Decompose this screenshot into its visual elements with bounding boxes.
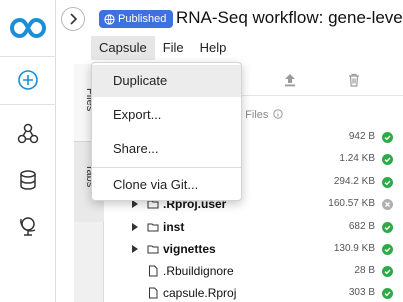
file-size: 28 B: [354, 265, 375, 276]
file-name: vignettes: [163, 242, 216, 256]
collaborate-icon[interactable]: [16, 122, 40, 146]
check-icon: [382, 244, 393, 255]
file-size: 130.9 KB: [333, 243, 375, 254]
caret-right-icon[interactable]: [132, 245, 138, 253]
globe-icon: [104, 13, 115, 25]
chevron-right-icon: [70, 13, 78, 25]
file-size: 160.57 KB: [328, 198, 375, 209]
database-icon[interactable]: [16, 168, 40, 192]
codeocean-logo-icon[interactable]: [10, 14, 46, 42]
capsule-menu-dropdown: Duplicate Export... Share... Clone via G…: [91, 62, 242, 201]
rail-divider: [0, 56, 56, 57]
check-icon: [382, 288, 393, 299]
menu-help[interactable]: Help: [192, 36, 235, 60]
menu-item-share[interactable]: Share...: [92, 133, 241, 165]
menu-item-clone-via-git[interactable]: Clone via Git...: [92, 169, 241, 201]
left-rail: [0, 0, 56, 302]
check-icon: [382, 266, 393, 277]
file-size: 682 B: [348, 221, 375, 232]
file-row[interactable]: .Rbuildignore 28 B: [104, 260, 403, 282]
rail-divider: [0, 104, 56, 105]
folder-row[interactable]: vignettes 130.9 KB: [104, 238, 403, 260]
folder-row[interactable]: inst 682 B: [104, 216, 403, 238]
published-badge[interactable]: Published: [99, 10, 174, 28]
trash-icon[interactable]: [346, 72, 362, 88]
capsule-title[interactable]: RNA-Seq workflow: gene-level: [176, 8, 403, 28]
info-icon[interactable]: [273, 109, 284, 119]
file-size: 942 B: [348, 131, 375, 142]
menu-file[interactable]: File: [155, 36, 192, 60]
menu-divider: [92, 167, 241, 168]
file-row[interactable]: capsule.Rproj 303 B: [104, 282, 403, 302]
file-icon: [149, 265, 158, 277]
collapse-sidebar-button[interactable]: [61, 7, 85, 31]
caret-right-icon[interactable]: [132, 200, 138, 208]
file-name: capsule.Rproj: [163, 286, 237, 300]
close-icon: [382, 199, 393, 210]
file-name: inst: [163, 220, 185, 234]
check-icon: [382, 222, 393, 233]
check-icon: [382, 132, 393, 143]
file-icon: [149, 287, 158, 299]
folder-icon: [147, 245, 159, 254]
explore-icon[interactable]: [16, 214, 40, 238]
file-size: 1.24 KB: [339, 153, 375, 164]
badge-label: Published: [118, 13, 167, 25]
menu-item-duplicate[interactable]: Duplicate: [92, 65, 241, 97]
check-icon: [382, 177, 393, 188]
upload-icon[interactable]: [282, 72, 298, 88]
file-size: 303 B: [348, 287, 375, 298]
caret-right-icon[interactable]: [132, 223, 138, 231]
files-header: e Files: [236, 109, 284, 121]
menu-item-export[interactable]: Export...: [92, 99, 241, 131]
menu-capsule[interactable]: Capsule: [91, 36, 155, 60]
check-icon: [382, 154, 393, 165]
file-size: 294.2 KB: [333, 176, 375, 187]
file-name: .Rbuildignore: [163, 264, 234, 278]
add-icon[interactable]: [16, 68, 40, 92]
folder-icon: [147, 223, 159, 232]
menu-bar: Capsule File Help: [91, 36, 234, 60]
